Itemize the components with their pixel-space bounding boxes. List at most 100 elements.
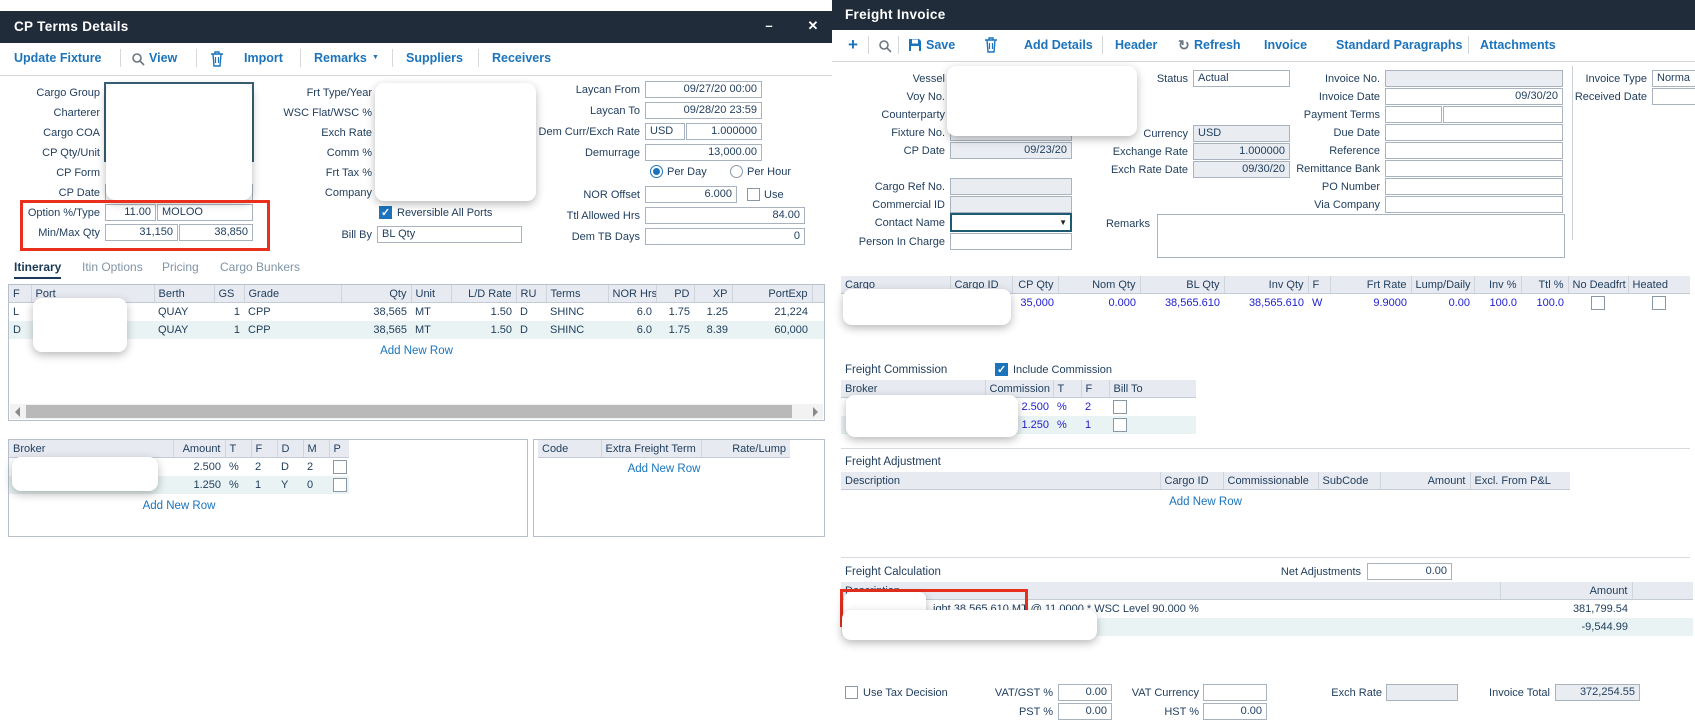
- extra-freight-add-new-row-link[interactable]: Add New Row: [538, 463, 790, 475]
- cell-nom-qty[interactable]: 0.000: [1058, 294, 1140, 313]
- cell-portexp[interactable]: 21,224: [732, 303, 812, 322]
- cell-ttl-pct[interactable]: 100.0: [1521, 294, 1568, 313]
- cell-xp[interactable]: 8.39: [694, 321, 732, 339]
- refresh-button[interactable]: Refresh: [1194, 38, 1241, 52]
- remittance-bank-field[interactable]: [1385, 160, 1563, 177]
- tab-cargo-bunkers[interactable]: Cargo Bunkers: [220, 260, 300, 274]
- cell-f[interactable]: D: [9, 321, 31, 339]
- tab-pricing[interactable]: Pricing: [162, 260, 199, 274]
- cell-terms[interactable]: SHINC: [546, 303, 608, 322]
- no-deadfrt-checkbox[interactable]: [1591, 296, 1605, 310]
- include-commission-checkbox[interactable]: [995, 363, 1008, 376]
- cell-f[interactable]: W: [1308, 294, 1330, 313]
- cell-inv-pct[interactable]: 100.0: [1474, 294, 1521, 313]
- net-adjustments-field[interactable]: 0.00: [1367, 563, 1452, 580]
- cell-berth[interactable]: QUAY: [154, 321, 214, 339]
- scroll-left-arrow[interactable]: [10, 407, 20, 417]
- use-checkbox[interactable]: [747, 188, 760, 201]
- commercial-id-field[interactable]: [950, 196, 1072, 213]
- cell-grade[interactable]: CPP: [244, 321, 341, 339]
- header-button[interactable]: Header: [1115, 38, 1157, 52]
- invoice-button[interactable]: Invoice: [1264, 38, 1307, 52]
- search-icon[interactable]: [878, 39, 892, 53]
- hst-field[interactable]: 0.00: [1203, 703, 1267, 720]
- cell-nor-hrs[interactable]: 6.0: [608, 321, 656, 339]
- scroll-right-arrow[interactable]: [813, 407, 823, 417]
- nor-offset-field[interactable]: 6.000: [645, 186, 737, 203]
- receivers-button[interactable]: Receivers: [492, 51, 551, 65]
- payment-terms-code-field[interactable]: [1385, 106, 1442, 123]
- cell-f[interactable]: 1: [1081, 416, 1109, 434]
- cell-amount[interactable]: 2.500: [173, 458, 225, 477]
- adjustment-add-new-row-link[interactable]: Add New Row: [841, 496, 1570, 508]
- horizontal-scrollbar[interactable]: [10, 404, 823, 419]
- view-button[interactable]: View: [149, 51, 177, 65]
- close-button[interactable]: ✕: [800, 18, 826, 34]
- add-details-button[interactable]: Add Details: [1024, 38, 1093, 52]
- cell-unit[interactable]: MT: [411, 303, 451, 322]
- cell-f[interactable]: 1: [251, 476, 277, 494]
- minimize-button[interactable]: –: [755, 18, 783, 33]
- add-icon[interactable]: +: [848, 35, 858, 55]
- ttl-allowed-hrs-field[interactable]: 84.00: [645, 207, 805, 224]
- cell-t[interactable]: %: [225, 476, 251, 494]
- bill-to-checkbox[interactable]: [1113, 400, 1127, 414]
- cell-cp-qty[interactable]: 35,000: [1012, 294, 1058, 313]
- standard-paragraphs-button[interactable]: Standard Paragraphs: [1336, 38, 1462, 52]
- cell-t[interactable]: %: [1053, 416, 1081, 434]
- broker-add-new-row-link[interactable]: Add New Row: [9, 500, 349, 512]
- cell-t[interactable]: %: [225, 458, 251, 477]
- cell-pd[interactable]: 1.75: [656, 303, 694, 322]
- cell-qty[interactable]: 38,565: [341, 321, 411, 339]
- trash-icon[interactable]: [210, 51, 224, 67]
- cell-ru[interactable]: D: [516, 321, 546, 339]
- cell-ld-rate[interactable]: 1.50: [451, 303, 516, 322]
- cargo-ref-no-field[interactable]: [950, 178, 1072, 195]
- itinerary-add-new-row-link[interactable]: Add New Row: [9, 345, 824, 357]
- via-company-field[interactable]: [1385, 196, 1563, 213]
- laycan-to-field[interactable]: 09/28/20 23:59: [645, 102, 762, 119]
- heated-checkbox[interactable]: [1652, 296, 1666, 310]
- cell-terms[interactable]: SHINC: [546, 321, 608, 339]
- dem-currency-field[interactable]: USD: [645, 123, 685, 140]
- reversible-all-ports-checkbox[interactable]: [379, 206, 392, 219]
- due-date-field[interactable]: [1385, 124, 1563, 141]
- suppliers-button[interactable]: Suppliers: [406, 51, 463, 65]
- remarks-button[interactable]: Remarks: [314, 51, 367, 65]
- laycan-from-field[interactable]: 09/27/20 00:00: [645, 81, 762, 98]
- refresh-icon[interactable]: ↻: [1178, 37, 1190, 54]
- cell-d[interactable]: D: [277, 458, 303, 477]
- cell-f[interactable]: 2: [251, 458, 277, 477]
- attachments-button[interactable]: Attachments: [1480, 38, 1556, 52]
- per-day-radio[interactable]: [650, 165, 663, 178]
- cell-amount[interactable]: -9,544.99: [1500, 618, 1632, 636]
- remarks-field[interactable]: [1157, 214, 1565, 258]
- cell-amount[interactable]: 381,799.54: [1500, 600, 1632, 619]
- po-number-field[interactable]: [1385, 178, 1563, 195]
- cell-portexp[interactable]: 60,000: [732, 321, 812, 339]
- cell-inv-qty[interactable]: 38,565.610: [1224, 294, 1308, 313]
- tab-itin-options[interactable]: Itin Options: [82, 260, 143, 274]
- cell-gs[interactable]: 1: [214, 303, 244, 322]
- import-button[interactable]: Import: [244, 51, 283, 65]
- bill-to-checkbox[interactable]: [1113, 418, 1127, 432]
- cell-xp[interactable]: 1.25: [694, 303, 732, 322]
- tab-itinerary[interactable]: Itinerary: [14, 260, 61, 279]
- cell-gs[interactable]: 1: [214, 321, 244, 339]
- cell-ru[interactable]: D: [516, 303, 546, 322]
- cell-m[interactable]: 2: [303, 458, 329, 477]
- cell-frt-rate[interactable]: 9.9000: [1330, 294, 1411, 313]
- reference-field[interactable]: [1385, 142, 1563, 159]
- cell-f[interactable]: L: [9, 303, 31, 322]
- cell-berth[interactable]: QUAY: [154, 303, 214, 322]
- cell-lump-daily[interactable]: 0.00: [1411, 294, 1474, 313]
- cell-nor-hrs[interactable]: 6.0: [608, 303, 656, 322]
- cell-t[interactable]: %: [1053, 398, 1081, 417]
- cell-amount[interactable]: 1.250: [173, 476, 225, 494]
- dem-tb-days-field[interactable]: 0: [645, 228, 805, 245]
- p-checkbox[interactable]: [333, 460, 347, 474]
- use-tax-decision-checkbox[interactable]: [845, 686, 858, 699]
- cell-f[interactable]: 2: [1081, 398, 1109, 417]
- received-date-field[interactable]: [1652, 88, 1695, 105]
- cell-qty[interactable]: 38,565: [341, 303, 411, 322]
